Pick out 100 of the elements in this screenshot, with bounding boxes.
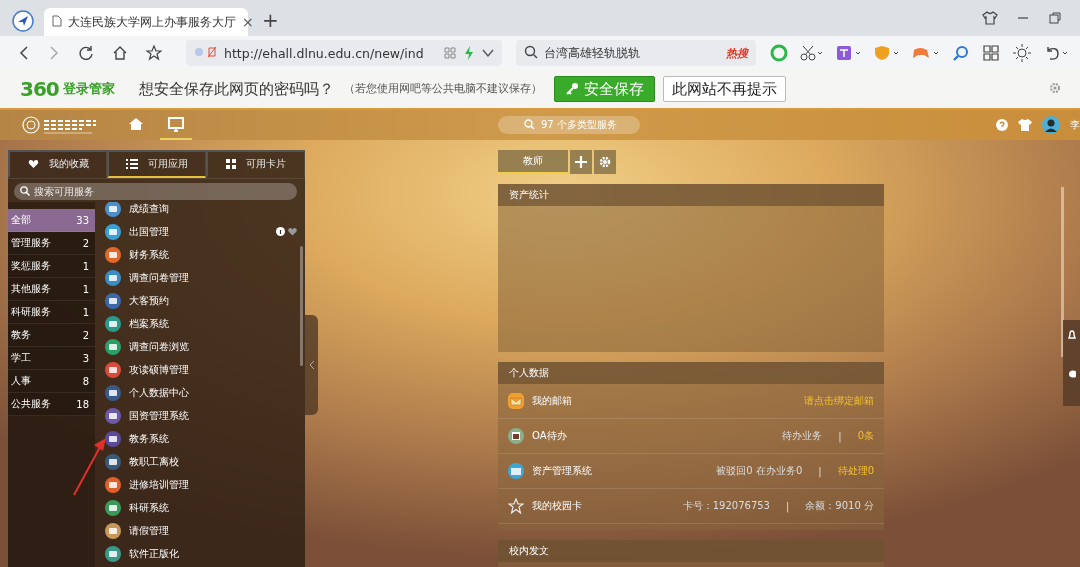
category-item[interactable]: 其他服务 1 bbox=[8, 278, 95, 301]
app-link[interactable]: 请假管理 bbox=[129, 523, 297, 538]
app-link[interactable]: 档案系统 bbox=[129, 316, 297, 331]
restore-icon[interactable] bbox=[1048, 11, 1062, 25]
avatar-icon[interactable] bbox=[1042, 116, 1060, 134]
app-link[interactable]: 调查问卷管理 bbox=[129, 270, 297, 285]
monitor-icon bbox=[168, 116, 184, 132]
search-field[interactable]: 台湾高雄轻轨脱轨 热搜 bbox=[516, 40, 756, 66]
chevron-down-icon[interactable] bbox=[482, 48, 494, 58]
app-link[interactable]: 科研系统 bbox=[129, 500, 297, 515]
app-icon[interactable] bbox=[105, 361, 121, 378]
search-placeholder: 97 个多类型服务 bbox=[541, 118, 617, 132]
data-row[interactable]: 我的邮箱 请点击绑定邮箱 bbox=[498, 384, 884, 419]
app-icon[interactable] bbox=[105, 384, 121, 401]
app-icon[interactable] bbox=[105, 476, 121, 493]
data-row[interactable]: OA待办 待办业务 | 0条 bbox=[498, 419, 884, 454]
scissors-icon[interactable] bbox=[800, 45, 824, 61]
help-icon[interactable] bbox=[996, 119, 1008, 131]
grid-icon bbox=[226, 159, 236, 169]
home-icon bbox=[128, 117, 144, 131]
category-item[interactable]: 教务 2 bbox=[8, 324, 95, 347]
category-item[interactable]: 科研服务 1 bbox=[8, 301, 95, 324]
card-header: 个人数据 bbox=[498, 362, 884, 384]
app-icon[interactable] bbox=[105, 407, 121, 424]
magnifier-icon[interactable] bbox=[952, 44, 970, 62]
bell-icon[interactable] bbox=[1067, 330, 1076, 340]
panel-tab[interactable]: 可用应用 bbox=[107, 150, 206, 178]
app-link[interactable]: 教务系统 bbox=[129, 431, 297, 446]
search-icon bbox=[524, 44, 538, 59]
heart-icon bbox=[27, 159, 39, 169]
app-icon[interactable] bbox=[105, 246, 121, 263]
security-icon bbox=[194, 44, 218, 59]
brand-label: 登录管家 bbox=[62, 80, 115, 98]
game-icon[interactable] bbox=[912, 45, 940, 61]
panel-tab[interactable]: 我的收藏 bbox=[8, 150, 107, 178]
data-value: 请点击绑定邮箱 bbox=[804, 394, 874, 408]
app-link[interactable]: 攻读硕博管理 bbox=[129, 362, 297, 377]
app-link[interactable]: 大客预约 bbox=[129, 293, 297, 308]
role-tab[interactable]: 教师 bbox=[498, 150, 568, 174]
search-placeholder: 搜索可用服务 bbox=[34, 184, 94, 199]
star-icon[interactable] bbox=[146, 45, 162, 61]
app-icon[interactable] bbox=[105, 453, 121, 470]
heart-icon[interactable] bbox=[288, 227, 297, 236]
data-value: 待办业务 bbox=[782, 429, 823, 443]
dismiss-button[interactable]: 此网站不再提示 bbox=[662, 76, 786, 102]
app-icon[interactable] bbox=[105, 522, 121, 539]
app-link[interactable]: 个人数据中心 bbox=[129, 385, 297, 400]
app-icon[interactable] bbox=[105, 315, 121, 332]
app-link[interactable]: 进修培训管理 bbox=[129, 477, 297, 492]
app-icon[interactable] bbox=[105, 430, 121, 447]
data-row[interactable]: 资产管理系统 被驳回0 在办业务0 | 待处理0 bbox=[498, 454, 884, 489]
app-link[interactable]: 调查问卷浏览 bbox=[129, 339, 297, 354]
translate-icon[interactable] bbox=[836, 45, 862, 61]
category-item[interactable]: 奖惩服务 1 bbox=[8, 255, 95, 278]
star-icon bbox=[508, 498, 524, 514]
add-button[interactable] bbox=[570, 150, 592, 174]
settings-button[interactable] bbox=[594, 150, 616, 174]
app-link[interactable]: 出国管理 bbox=[129, 224, 268, 239]
new-tab-button[interactable]: + bbox=[262, 8, 279, 32]
chat-icon[interactable] bbox=[1067, 370, 1076, 380]
brightness-icon[interactable] bbox=[1012, 43, 1032, 63]
browser-logo-icon bbox=[12, 10, 34, 32]
settings-icon[interactable] bbox=[1048, 80, 1062, 95]
category-item[interactable]: 管理服务 2 bbox=[8, 232, 95, 255]
shirt-icon[interactable] bbox=[1018, 119, 1032, 131]
app-icon[interactable] bbox=[105, 545, 121, 562]
app-icon[interactable] bbox=[105, 223, 121, 240]
data-value: | bbox=[838, 430, 842, 442]
home-icon[interactable] bbox=[112, 45, 128, 61]
inbox-icon bbox=[508, 428, 524, 444]
category-item[interactable]: 人事 8 bbox=[8, 370, 95, 393]
app-icon[interactable] bbox=[105, 269, 121, 286]
category-item[interactable]: 学工 3 bbox=[8, 347, 95, 370]
panel-tab[interactable]: 可用卡片 bbox=[206, 150, 305, 178]
app-link[interactable]: 国资管理系统 bbox=[129, 408, 297, 423]
app-icon[interactable] bbox=[105, 338, 121, 355]
data-value: 被驳回0 在办业务0 bbox=[716, 464, 803, 478]
app-link[interactable]: 成绩查询 bbox=[129, 202, 297, 216]
plus-icon bbox=[575, 156, 587, 168]
category-item[interactable]: 全部 33 bbox=[8, 209, 95, 232]
app-link[interactable]: 软件正版化 bbox=[129, 546, 297, 561]
app-icon[interactable] bbox=[105, 292, 121, 309]
apps-grid-icon[interactable] bbox=[982, 44, 1000, 62]
mail-icon bbox=[508, 393, 524, 409]
data-value: 余额：9010 分 bbox=[805, 499, 874, 513]
category-item[interactable]: 公共服务 18 bbox=[8, 393, 95, 416]
app-search-field[interactable]: 搜索可用服务 bbox=[14, 183, 297, 200]
app-link[interactable]: 财务系统 bbox=[129, 247, 297, 262]
reload-icon[interactable] bbox=[78, 45, 94, 61]
app-icon[interactable] bbox=[105, 202, 121, 217]
undo-icon[interactable] bbox=[1044, 44, 1070, 62]
search-icon bbox=[20, 185, 30, 196]
app-icon[interactable] bbox=[105, 499, 121, 516]
skin-icon[interactable] bbox=[982, 11, 998, 25]
data-row[interactable]: 我的校园卡 卡号：192076753 | 余额：9010 分 bbox=[498, 489, 884, 524]
collapse-handle[interactable] bbox=[305, 315, 318, 415]
back-icon[interactable] bbox=[18, 45, 30, 61]
info-icon[interactable] bbox=[276, 227, 285, 236]
app-link[interactable]: 教职工离校 bbox=[129, 454, 297, 469]
address-bar[interactable]: http://ehall.dlnu.edu.cn/new/ind bbox=[186, 40, 502, 66]
